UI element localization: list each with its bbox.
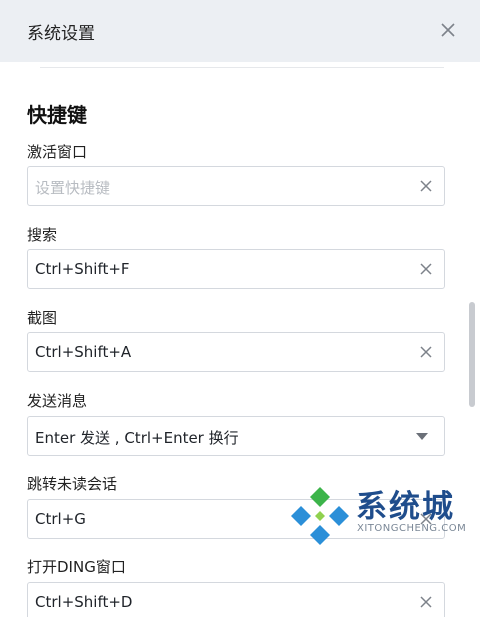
field-label-search: 搜索 [27,226,58,244]
clear-icon [420,180,432,192]
field-label-open-ding: 打开DING窗口 [27,558,126,576]
input-value: Ctrl+Shift+D [35,593,133,611]
field-label-send-message: 发送消息 [27,392,88,410]
section-title: 快捷键 [27,103,87,127]
clear-button[interactable] [416,176,436,196]
clear-icon [420,513,432,525]
divider [40,67,444,68]
input-value: Ctrl+G [35,510,86,528]
clear-icon [420,346,432,358]
clear-button[interactable] [416,342,436,362]
clear-button[interactable] [416,259,436,279]
close-button[interactable] [434,16,462,44]
clear-button[interactable] [416,592,436,612]
field-label-screenshot: 截图 [27,309,58,327]
settings-content: 快捷键 激活窗口 设置快捷键 搜索 Ctrl+Shift+F 截图 Ctrl+S… [0,62,480,617]
shortcut-input-search[interactable]: Ctrl+Shift+F [27,249,445,289]
scrollbar-thumb[interactable] [469,302,475,407]
shortcut-input-open-ding[interactable]: Ctrl+Shift+D [27,582,445,617]
select-value: Enter 发送 , Ctrl+Enter 换行 [35,429,239,447]
clear-icon [420,596,432,608]
clear-icon [420,263,432,275]
shortcut-input-screenshot[interactable]: Ctrl+Shift+A [27,332,445,372]
field-label-activate-window: 激活窗口 [27,143,88,161]
input-value: Ctrl+Shift+A [35,343,132,361]
clear-button[interactable] [416,509,436,529]
caret-down-icon [416,433,428,440]
close-icon [441,23,455,37]
input-placeholder: 设置快捷键 [35,179,111,197]
title-bar: 系统设置 [0,0,480,62]
shortcut-input-jump-unread[interactable]: Ctrl+G [27,499,445,539]
send-message-select[interactable]: Enter 发送 , Ctrl+Enter 换行 [27,416,445,456]
shortcut-input-activate-window[interactable]: 设置快捷键 [27,166,445,206]
input-value: Ctrl+Shift+F [35,260,130,278]
window-title: 系统设置 [27,24,95,44]
field-label-jump-unread: 跳转未读会话 [27,475,118,493]
